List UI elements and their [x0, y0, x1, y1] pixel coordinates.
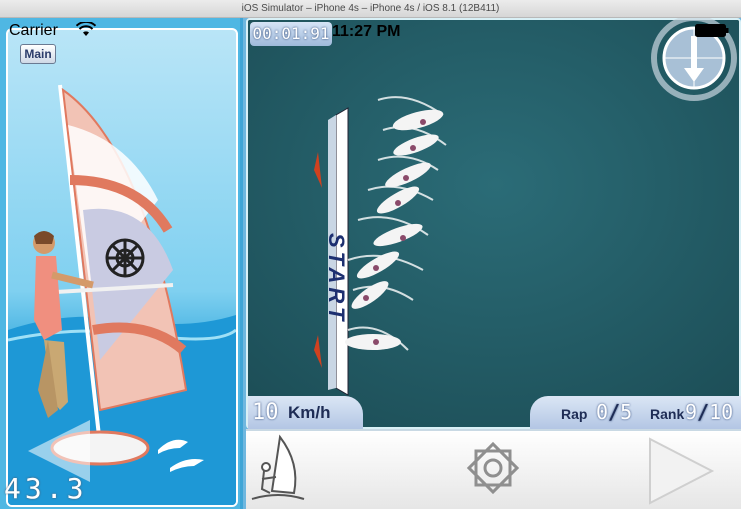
rider-speed-readout: 43.3 [4, 472, 88, 505]
start-banner-text: START [323, 233, 349, 324]
play-icon[interactable] [644, 435, 716, 507]
lap-counter: 0/5 [596, 400, 632, 424]
rank-label: Rank [650, 406, 685, 422]
rank-total: 10 [709, 400, 734, 424]
speed-value: 10 [252, 400, 279, 425]
window-title: iOS Simulator – iPhone 4s – iPhone 4s / … [0, 0, 741, 18]
rank-current: 9 [685, 400, 698, 424]
rank-counter: 9/10 [685, 400, 733, 424]
emblem-icon[interactable] [462, 437, 524, 499]
lap-current: 0 [596, 400, 609, 424]
lap-label: Rap [561, 406, 588, 422]
status-bar: Carrier 11:27 PM [0, 18, 741, 40]
speed-unit: Km/h [288, 403, 331, 422]
wifi-icon [76, 22, 96, 36]
main-button[interactable]: Main [20, 44, 56, 64]
rider-panel: Main 43.3 [0, 18, 243, 509]
status-time: 11:27 PM [332, 23, 401, 40]
bottom-control-bar [246, 429, 741, 509]
simulator-screen: Carrier 11:27 PM Main 43.3 00:01:91 10 K… [0, 18, 741, 509]
lap-total: 5 [620, 400, 633, 424]
carrier-label: Carrier [9, 22, 58, 39]
rank-separator: / [697, 400, 710, 424]
battery-icon [695, 24, 729, 37]
windsurfer-icon[interactable] [250, 433, 308, 507]
lap-separator: / [608, 400, 621, 424]
